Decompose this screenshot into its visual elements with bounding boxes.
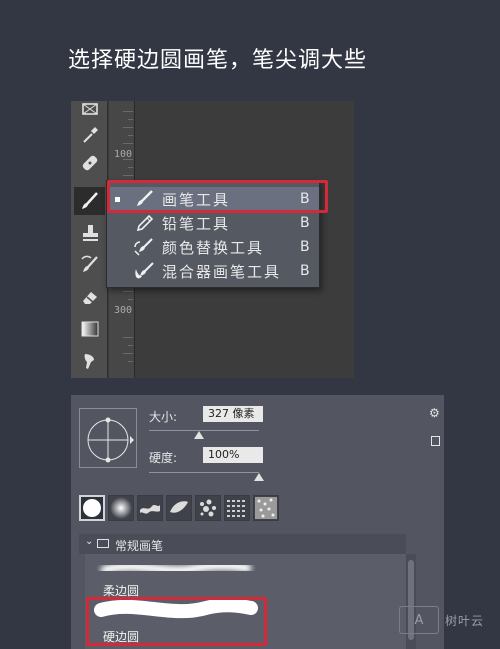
hardness-value-field[interactable]: 100% xyxy=(203,447,263,463)
gear-icon[interactable]: ⚙ xyxy=(429,406,440,420)
ruler-number-100: 100 xyxy=(114,149,133,160)
flyout-item-pencil-tool[interactable]: 铅笔工具 B xyxy=(107,211,319,235)
color-replace-icon xyxy=(134,238,153,256)
flyout-item-mixer-brush-tool[interactable]: 混合器画笔工具 B xyxy=(107,259,319,283)
brush-folder-general[interactable]: ⌄ 常规画笔 xyxy=(79,534,406,554)
hardness-slider-thumb[interactable] xyxy=(254,473,264,481)
pencil-icon xyxy=(136,214,154,232)
recent-brushes-row xyxy=(79,495,279,521)
frame-tool-icon[interactable] xyxy=(74,101,105,123)
size-value-field[interactable]: 327 像素 xyxy=(203,406,263,422)
recent-brush-leaf[interactable] xyxy=(166,495,192,521)
recent-brush-spatter[interactable] xyxy=(137,495,163,521)
ruler-number-300: 300 xyxy=(114,305,133,316)
brush-tip-preview[interactable] xyxy=(79,408,137,468)
gradient-tool-icon[interactable] xyxy=(74,315,105,343)
healing-brush-tool-icon[interactable] xyxy=(74,149,105,177)
soft-round-stroke-preview xyxy=(100,561,252,575)
highlight-box-brush-tool xyxy=(107,180,328,213)
mixer-brush-icon xyxy=(135,262,154,279)
watermark: A 树叶云 xyxy=(399,605,484,635)
recent-brush-grain[interactable] xyxy=(253,495,279,521)
watermark-logo: A xyxy=(399,606,439,634)
highlight-box-hard-round xyxy=(86,597,267,646)
page-title: 选择硬边圆画笔，笔尖调大些 xyxy=(68,48,368,73)
recent-brush-hard-round[interactable] xyxy=(79,495,105,521)
size-slider-track[interactable] xyxy=(149,430,259,431)
smudge-tool-icon[interactable] xyxy=(74,347,105,375)
clone-stamp-tool-icon[interactable] xyxy=(74,219,105,247)
size-slider-thumb[interactable] xyxy=(193,431,204,439)
eyedropper-tool-icon[interactable] xyxy=(74,121,105,149)
eraser-tool-icon[interactable] xyxy=(74,283,105,311)
recent-brush-soft-round[interactable] xyxy=(108,495,134,521)
hardness-label: 硬度: xyxy=(149,451,178,465)
chevron-down-icon[interactable]: ⌄ xyxy=(85,536,93,547)
recent-brush-scatter[interactable] xyxy=(195,495,221,521)
size-label: 大小: xyxy=(149,410,178,424)
history-brush-tool-icon[interactable] xyxy=(74,251,105,279)
watermark-text: 树叶云 xyxy=(445,613,485,628)
brush-tool-icon[interactable] xyxy=(74,187,105,215)
new-preset-icon[interactable] xyxy=(431,436,440,446)
folder-icon xyxy=(97,539,109,548)
recent-brush-texture[interactable] xyxy=(224,495,250,521)
flyout-item-color-replacement-tool[interactable]: 颜色替换工具 B xyxy=(107,235,319,259)
hardness-slider-track[interactable] xyxy=(149,472,259,473)
tool-bar xyxy=(71,101,108,378)
